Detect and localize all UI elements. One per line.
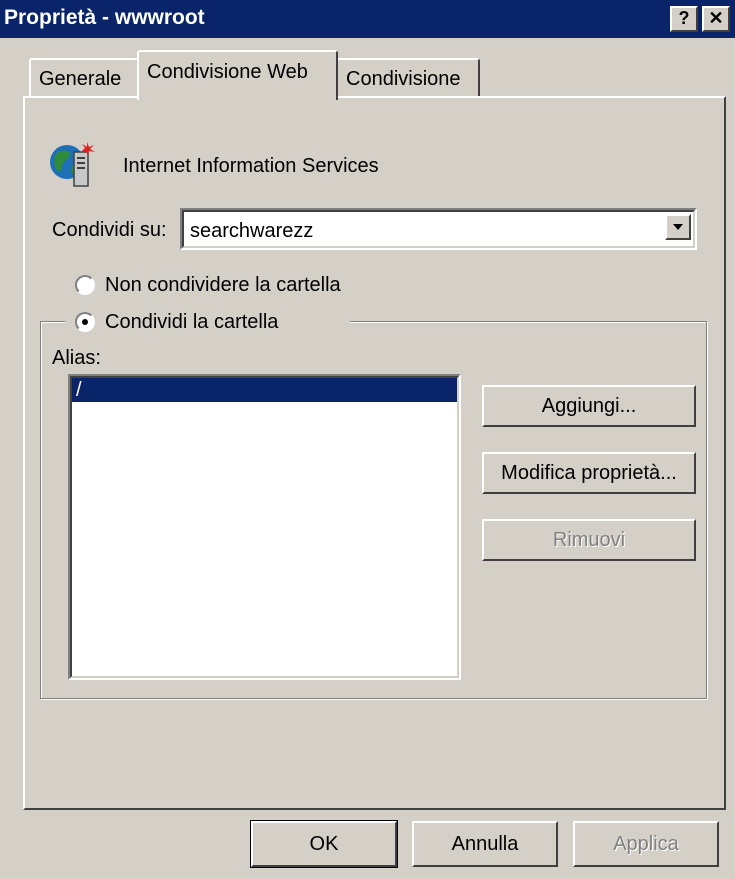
- alias-label: Alias:: [52, 347, 101, 369]
- apply-button[interactable]: Applica: [573, 821, 719, 867]
- radio-share-label[interactable]: Condividi la cartella: [105, 310, 278, 334]
- tab-condivisione-web[interactable]: Condivisione Web: [137, 50, 338, 100]
- iis-globe-server-icon: [47, 140, 97, 190]
- service-name: Internet Information Services: [123, 155, 379, 177]
- help-icon: ?: [678, 8, 690, 28]
- close-button[interactable]: ✕: [702, 6, 730, 32]
- apply-label: Applica: [613, 833, 679, 855]
- radio-no-share-label[interactable]: Non condividere la cartella: [105, 273, 341, 297]
- tab-label: Generale: [39, 68, 122, 90]
- radio-share[interactable]: [75, 312, 95, 332]
- share-on-label: Condividi su:: [52, 219, 167, 241]
- edit-alias-label: Modifica proprietà...: [501, 462, 677, 484]
- remove-alias-button[interactable]: Rimuovi: [482, 519, 696, 561]
- tab-label: Condivisione: [346, 68, 461, 90]
- tab-label: Condivisione Web: [147, 61, 308, 83]
- radio-no-share[interactable]: [75, 275, 95, 295]
- title-bar[interactable]: Proprietà - wwwroot ? ✕: [0, 0, 735, 38]
- help-button[interactable]: ?: [670, 6, 698, 32]
- tab-condivisione[interactable]: Condivisione: [336, 58, 480, 98]
- share-on-value: searchwarezz: [190, 220, 314, 242]
- alias-listbox[interactable]: /: [68, 374, 461, 680]
- add-alias-label: Aggiungi...: [541, 395, 637, 417]
- radio-selected-dot: [82, 319, 88, 325]
- tab-generale[interactable]: Generale: [29, 58, 139, 98]
- share-on-combobox[interactable]: searchwarezz: [180, 208, 697, 250]
- ok-label: OK: [309, 833, 339, 855]
- cancel-label: Annulla: [451, 833, 519, 855]
- dropdown-button[interactable]: [665, 214, 691, 240]
- chevron-down-icon: [673, 224, 683, 230]
- close-icon: ✕: [708, 8, 724, 28]
- cancel-button[interactable]: Annulla: [412, 821, 558, 867]
- window-title: Proprietà - wwwroot: [4, 6, 205, 29]
- edit-alias-button[interactable]: Modifica proprietà...: [482, 452, 696, 494]
- add-alias-button[interactable]: Aggiungi...: [482, 385, 696, 427]
- ok-button[interactable]: OK: [250, 820, 398, 868]
- list-item[interactable]: /: [72, 378, 457, 402]
- tab-panel: Internet Information Services Condividi …: [23, 96, 726, 810]
- remove-alias-label: Rimuovi: [552, 529, 626, 551]
